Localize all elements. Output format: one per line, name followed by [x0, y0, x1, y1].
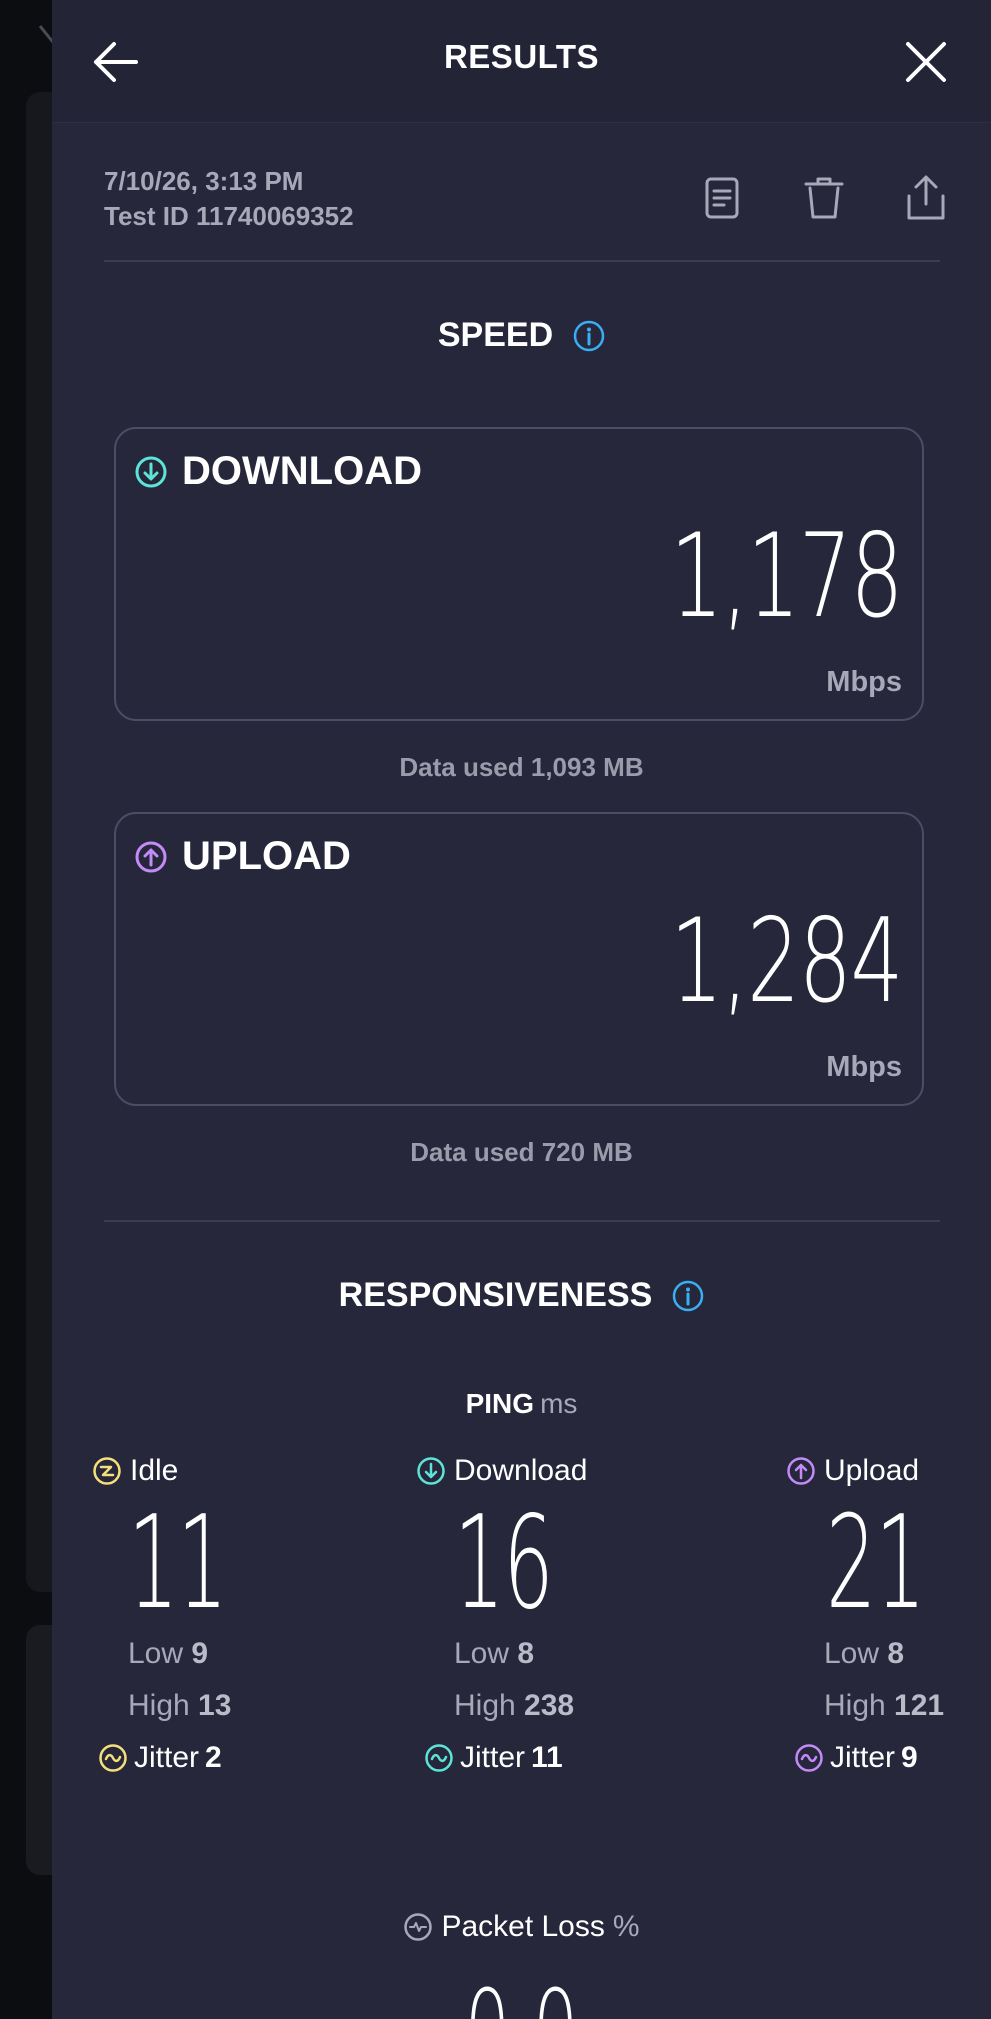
- share-button[interactable]: [900, 172, 952, 224]
- responsiveness-info-icon[interactable]: [672, 1280, 704, 1312]
- download-data-used: Data used 1,093 MB: [399, 752, 644, 782]
- speed-section-title: SPEED: [52, 316, 991, 355]
- share-icon: [907, 175, 945, 220]
- ping-upload-column: Upload 21 Low 8 High 121 Jitter 9: [786, 1450, 991, 1784]
- ping-download-jitter-value: 11: [531, 1741, 563, 1774]
- divider: [104, 260, 940, 262]
- ping-idle-jitter-value: 2: [205, 1741, 222, 1774]
- download-card: DOWNLOAD 1,178 Mbps: [114, 427, 924, 721]
- delete-button[interactable]: [798, 172, 850, 224]
- ping-upload-low-value: 8: [887, 1637, 905, 1670]
- ping-download-column: Download 16 Low 8 High 238 Jitter 11: [416, 1450, 656, 1784]
- jitter-label: Jitter: [830, 1741, 896, 1774]
- details-button[interactable]: [696, 172, 748, 224]
- packet-loss-value: 0.0: [216, 1975, 826, 2019]
- low-label: Low: [128, 1637, 184, 1670]
- jitter-icon: [425, 1744, 453, 1772]
- upload-circle-icon: [135, 841, 167, 872]
- ping-unit: ms: [540, 1388, 578, 1419]
- ping-upload-label: Upload: [824, 1454, 920, 1487]
- speed-info-icon[interactable]: [573, 320, 605, 352]
- test-id: Test ID 11740069352: [104, 201, 354, 231]
- ping-title: PING ms: [52, 1388, 991, 1420]
- upload-circle-icon: [787, 1457, 815, 1485]
- packet-loss-label: Packet Loss: [441, 1910, 605, 1943]
- ping-download-value: 16: [454, 1489, 554, 1638]
- responsiveness-title: RESPONSIVENESS: [338, 1276, 653, 1314]
- high-label: High: [824, 1689, 886, 1722]
- page-title: RESULTS: [443, 38, 600, 75]
- ping-download-head: Download: [416, 1450, 656, 1492]
- upload-label: UPLOAD: [182, 834, 351, 878]
- high-label: High: [454, 1689, 516, 1722]
- ping-idle-head: Idle: [92, 1450, 332, 1492]
- ping-idle-value: 11: [128, 1489, 228, 1638]
- download-value: 1,178: [670, 509, 903, 644]
- download-label-row: DOWNLOAD: [134, 449, 422, 494]
- ping-download-jitter: Jitter 11: [424, 1732, 656, 1784]
- ping-label: PING: [465, 1388, 535, 1419]
- trash-icon: [804, 177, 844, 219]
- ping-idle-high: High 13: [128, 1680, 332, 1732]
- jitter-icon: [795, 1744, 823, 1772]
- packet-loss-icon: [404, 1913, 433, 1941]
- top-bar: RESULTS: [52, 0, 991, 123]
- ping-idle-jitter: Jitter 2: [98, 1732, 332, 1784]
- high-label: High: [128, 1689, 190, 1722]
- download-unit: Mbps: [826, 666, 902, 698]
- speed-title: SPEED: [437, 316, 554, 354]
- responsiveness-section-title: RESPONSIVENESS: [52, 1276, 991, 1315]
- ping-download-high: High 238: [454, 1680, 656, 1732]
- low-label: Low: [824, 1637, 880, 1670]
- packet-loss-title: Packet Loss %: [52, 1910, 991, 1944]
- download-circle-icon: [417, 1457, 445, 1485]
- ping-upload-head: Upload: [786, 1450, 991, 1492]
- ping-upload-high: High 121: [824, 1680, 991, 1732]
- divider: [104, 1220, 940, 1222]
- upload-data-used: Data used 720 MB: [410, 1137, 633, 1167]
- ping-idle-high-value: 13: [198, 1689, 232, 1722]
- upload-value: 1,284: [670, 894, 903, 1029]
- ping-idle-low-value: 9: [191, 1637, 209, 1670]
- test-datetime: 7/10/26, 3:13 PM: [104, 166, 304, 196]
- download-label: DOWNLOAD: [182, 449, 422, 493]
- ping-idle-label: Idle: [130, 1454, 179, 1487]
- ping-upload-high-value: 121: [894, 1689, 945, 1722]
- ping-download-label: Download: [454, 1454, 588, 1487]
- ping-upload-jitter: Jitter 9: [794, 1732, 991, 1784]
- download-circle-icon: [135, 456, 167, 487]
- ping-download-high-value: 238: [524, 1689, 575, 1722]
- ping-idle-column: Idle 11 Low 9 High 13 Jitter 2: [92, 1450, 332, 1784]
- ping-upload-value: 21: [826, 1489, 926, 1638]
- jitter-label: Jitter: [460, 1741, 526, 1774]
- idle-icon: [93, 1457, 121, 1485]
- ping-download-low-value: 8: [517, 1637, 535, 1670]
- upload-unit: Mbps: [826, 1051, 902, 1083]
- test-meta: 7/10/26, 3:13 PM Test ID 11740069352: [104, 164, 354, 234]
- document-icon: [705, 177, 739, 219]
- jitter-label: Jitter: [134, 1741, 200, 1774]
- results-panel: RESULTS 7/10/26, 3:13 PM Test ID 1174006…: [52, 0, 991, 2019]
- packet-loss-unit: %: [612, 1910, 640, 1943]
- close-button[interactable]: [892, 28, 960, 96]
- ping-upload-jitter-value: 9: [901, 1741, 918, 1774]
- upload-card: UPLOAD 1,284 Mbps: [114, 812, 924, 1106]
- jitter-icon: [99, 1744, 127, 1772]
- upload-label-row: UPLOAD: [134, 834, 351, 879]
- low-label: Low: [454, 1637, 510, 1670]
- close-icon: [906, 42, 946, 82]
